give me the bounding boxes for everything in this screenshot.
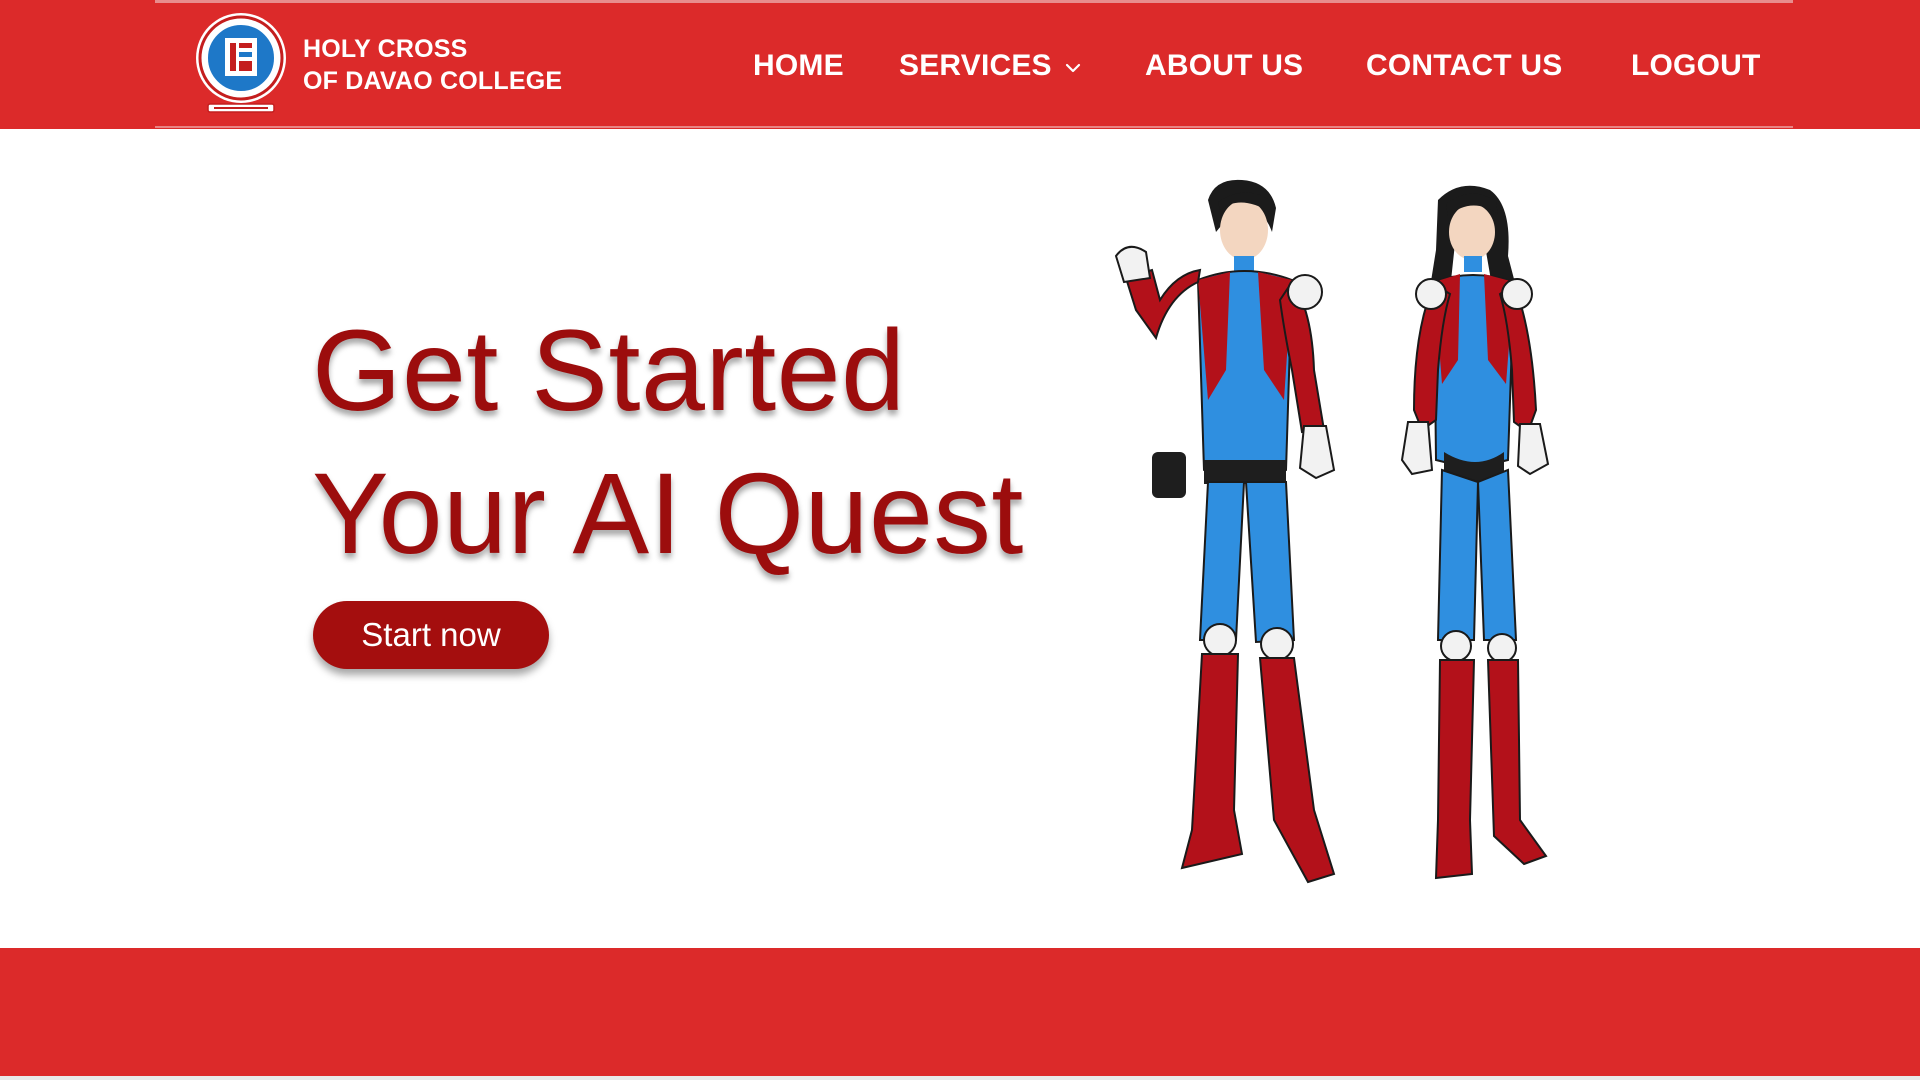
hero-title-line1: Get Started [312, 307, 906, 435]
navbar-top-border [155, 0, 1793, 3]
main-nav: HOME SERVICES ABOUT US CONTACT US LOGOUT [0, 46, 1920, 86]
chevron-down-icon [1065, 63, 1080, 73]
nav-home[interactable]: HOME [753, 46, 844, 86]
nav-logout[interactable]: LOGOUT [1631, 46, 1761, 86]
hero-title-line2: Your AI Quest [312, 450, 1024, 578]
footer-bar [0, 948, 1920, 1080]
top-navbar: HOLY CROSS OF DAVAO COLLEGE HOME SERVICE… [0, 0, 1920, 129]
superhero-duo-illustration [1080, 170, 1620, 900]
nav-services[interactable]: SERVICES [899, 46, 1084, 86]
nav-contact-us[interactable]: CONTACT US [1366, 46, 1562, 86]
page: HOLY CROSS OF DAVAO COLLEGE HOME SERVICE… [0, 0, 1920, 1080]
female-hero-figure [1400, 185, 1550, 880]
navbar-bottom-border [155, 126, 1793, 128]
start-now-button[interactable]: Start now [313, 601, 549, 669]
nav-about-us[interactable]: ABOUT US [1145, 46, 1303, 86]
footer-bottom-border [0, 1076, 1920, 1080]
nav-services-label: SERVICES [899, 49, 1052, 82]
male-hero-figure [1114, 179, 1336, 884]
hero-title: Get Started Your AI Quest [312, 300, 1024, 586]
superhero-duo-image [1114, 179, 1550, 884]
